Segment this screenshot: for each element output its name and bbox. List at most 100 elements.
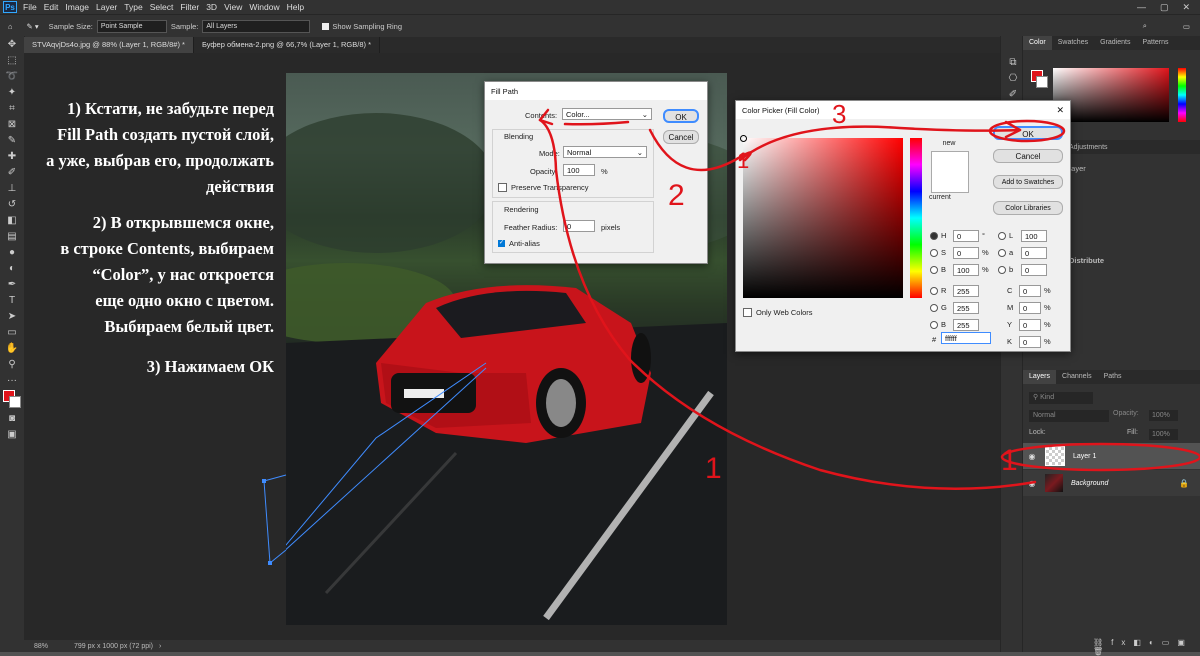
- cancel-button[interactable]: Cancel: [663, 130, 699, 144]
- history-brush-icon[interactable]: ↺: [0, 196, 24, 212]
- close-icon[interactable]: ✕: [1182, 2, 1190, 13]
- only-web-colors-checkbox[interactable]: [743, 308, 752, 317]
- brightness-field[interactable]: 100: [953, 263, 979, 276]
- layer-row-background[interactable]: ◉ Background 🔒: [1023, 470, 1200, 496]
- layer-name[interactable]: Layer 1: [1073, 453, 1096, 460]
- blue-radio[interactable]: [930, 320, 938, 329]
- lasso-tool-icon[interactable]: ➰: [0, 68, 24, 84]
- r-radio[interactable]: [930, 286, 938, 295]
- m-field[interactable]: 0: [1019, 301, 1041, 314]
- minimize-icon[interactable]: —: [1137, 2, 1146, 13]
- workspace-icon[interactable]: ▭: [1183, 22, 1190, 31]
- menu-layer[interactable]: Layer: [96, 2, 117, 12]
- lab-b-radio[interactable]: [998, 265, 1006, 274]
- menu-filter[interactable]: Filter: [180, 2, 199, 12]
- blur-tool-icon[interactable]: ●: [0, 244, 24, 260]
- anchor-point-icon[interactable]: [268, 561, 272, 565]
- pen-tool-icon[interactable]: ✒: [0, 276, 24, 292]
- menu-window[interactable]: Window: [249, 2, 279, 12]
- menu-help[interactable]: Help: [287, 2, 304, 12]
- menu-3d[interactable]: 3D: [206, 2, 217, 12]
- tab-layers[interactable]: Layers: [1023, 370, 1057, 384]
- close-icon[interactable]: ✕: [1056, 105, 1064, 116]
- healing-brush-icon[interactable]: ✚: [0, 148, 24, 164]
- c-field[interactable]: 0: [1019, 284, 1041, 297]
- s-radio[interactable]: [930, 248, 938, 257]
- tab-channels[interactable]: Channels: [1056, 370, 1098, 384]
- menu-image[interactable]: Image: [65, 2, 89, 12]
- feather-radius-field[interactable]: 0: [563, 220, 595, 232]
- s-field[interactable]: 0: [953, 246, 979, 259]
- eraser-tool-icon[interactable]: ◧: [0, 212, 24, 228]
- k-field[interactable]: 0: [1019, 335, 1041, 348]
- layer-opacity-field[interactable]: 100%: [1149, 410, 1178, 421]
- marquee-tool-icon[interactable]: ⬚: [0, 52, 24, 68]
- layer-kind-filter[interactable]: ⚲ Kind: [1029, 392, 1093, 404]
- more-tools-icon[interactable]: ···: [0, 372, 24, 388]
- g-field[interactable]: 255: [953, 301, 979, 314]
- tab-document-2[interactable]: Буфер обмена-2.png @ 66,7% (Layer 1, RGB…: [194, 37, 381, 53]
- menu-select[interactable]: Select: [150, 2, 174, 12]
- r-field[interactable]: 255: [953, 284, 979, 297]
- l-field[interactable]: 100: [1021, 229, 1047, 242]
- sample-size-select[interactable]: Point Sample: [96, 19, 167, 33]
- crop-tool-icon[interactable]: ⌗: [0, 100, 24, 116]
- screen-mode-icon[interactable]: ▣: [0, 426, 24, 442]
- cancel-button[interactable]: Cancel: [993, 149, 1063, 163]
- color-swatches[interactable]: [0, 388, 24, 410]
- quick-select-tool-icon[interactable]: ✦: [0, 84, 24, 100]
- tab-document-1[interactable]: STVAqvjDs4o.jpg @ 88% (Layer 1, RGB/8#) …: [24, 37, 194, 53]
- quick-mask-icon[interactable]: ◙: [0, 410, 24, 426]
- blue-field[interactable]: 255: [953, 318, 979, 331]
- type-tool-icon[interactable]: T: [0, 292, 24, 308]
- a-field[interactable]: 0: [1021, 246, 1047, 259]
- zoom-level[interactable]: 88%: [34, 643, 74, 650]
- tab-patterns[interactable]: Patterns: [1136, 36, 1174, 50]
- maximize-icon[interactable]: ▢: [1160, 2, 1169, 13]
- hue-slider[interactable]: [910, 138, 922, 298]
- hex-field[interactable]: ffffff: [941, 332, 991, 344]
- tab-swatches[interactable]: Swatches: [1052, 36, 1094, 50]
- gradient-tool-icon[interactable]: ▤: [0, 228, 24, 244]
- rectangle-tool-icon[interactable]: ▭: [0, 324, 24, 340]
- opacity-field[interactable]: 100: [563, 164, 595, 176]
- visibility-eye-icon[interactable]: ◉: [1023, 452, 1041, 461]
- add-to-swatches-button[interactable]: Add to Swatches: [993, 175, 1063, 189]
- layer-name[interactable]: Background: [1071, 480, 1108, 487]
- eyedropper-tool-icon[interactable]: ✎ ▾: [27, 22, 39, 31]
- anchor-point-icon[interactable]: [262, 479, 266, 483]
- anti-alias-checkbox[interactable]: ✓: [498, 240, 505, 247]
- ok-button[interactable]: OK: [993, 126, 1063, 140]
- fill-field[interactable]: 100%: [1149, 429, 1178, 440]
- show-ring-checkbox[interactable]: [322, 22, 330, 30]
- sample-select[interactable]: All Layers: [202, 19, 311, 33]
- blend-mode-select[interactable]: Normal: [1029, 410, 1109, 422]
- dodge-tool-icon[interactable]: ◐: [0, 260, 24, 276]
- a-radio[interactable]: [998, 248, 1006, 257]
- l-radio[interactable]: [998, 231, 1006, 240]
- preserve-transparency-checkbox[interactable]: [498, 183, 507, 192]
- menu-view[interactable]: View: [224, 2, 242, 12]
- chevron-right-icon[interactable]: ›: [159, 643, 161, 650]
- search-icon[interactable]: ⌕: [1143, 21, 1147, 31]
- b-radio[interactable]: [930, 265, 938, 274]
- path-select-icon[interactable]: ➤: [0, 308, 24, 324]
- menu-type[interactable]: Type: [124, 2, 142, 12]
- mode-select[interactable]: Normal ⌄: [563, 146, 647, 158]
- bg-color-chip[interactable]: [1036, 76, 1048, 88]
- hue-slider[interactable]: [1178, 68, 1186, 122]
- layers-footer-icons[interactable]: ⛓fx◧◐▭▣🗑: [1093, 638, 1200, 656]
- tab-gradients[interactable]: Gradients: [1094, 36, 1136, 50]
- h-field[interactable]: 0: [953, 229, 979, 242]
- zoom-tool-icon[interactable]: ⚲: [0, 356, 24, 372]
- move-tool-icon[interactable]: ✥: [0, 36, 24, 52]
- eyedropper-icon[interactable]: ✎: [0, 132, 24, 148]
- hand-tool-icon[interactable]: ✋: [0, 340, 24, 356]
- saturation-brightness-field[interactable]: [740, 135, 903, 298]
- ok-button[interactable]: OK: [663, 109, 699, 123]
- visibility-eye-icon[interactable]: ◉: [1023, 479, 1041, 488]
- layer-row-layer1[interactable]: ◉ Layer 1: [1023, 443, 1200, 469]
- background-color-swatch[interactable]: [9, 396, 21, 408]
- h-radio[interactable]: [930, 231, 938, 240]
- y-field[interactable]: 0: [1019, 318, 1041, 331]
